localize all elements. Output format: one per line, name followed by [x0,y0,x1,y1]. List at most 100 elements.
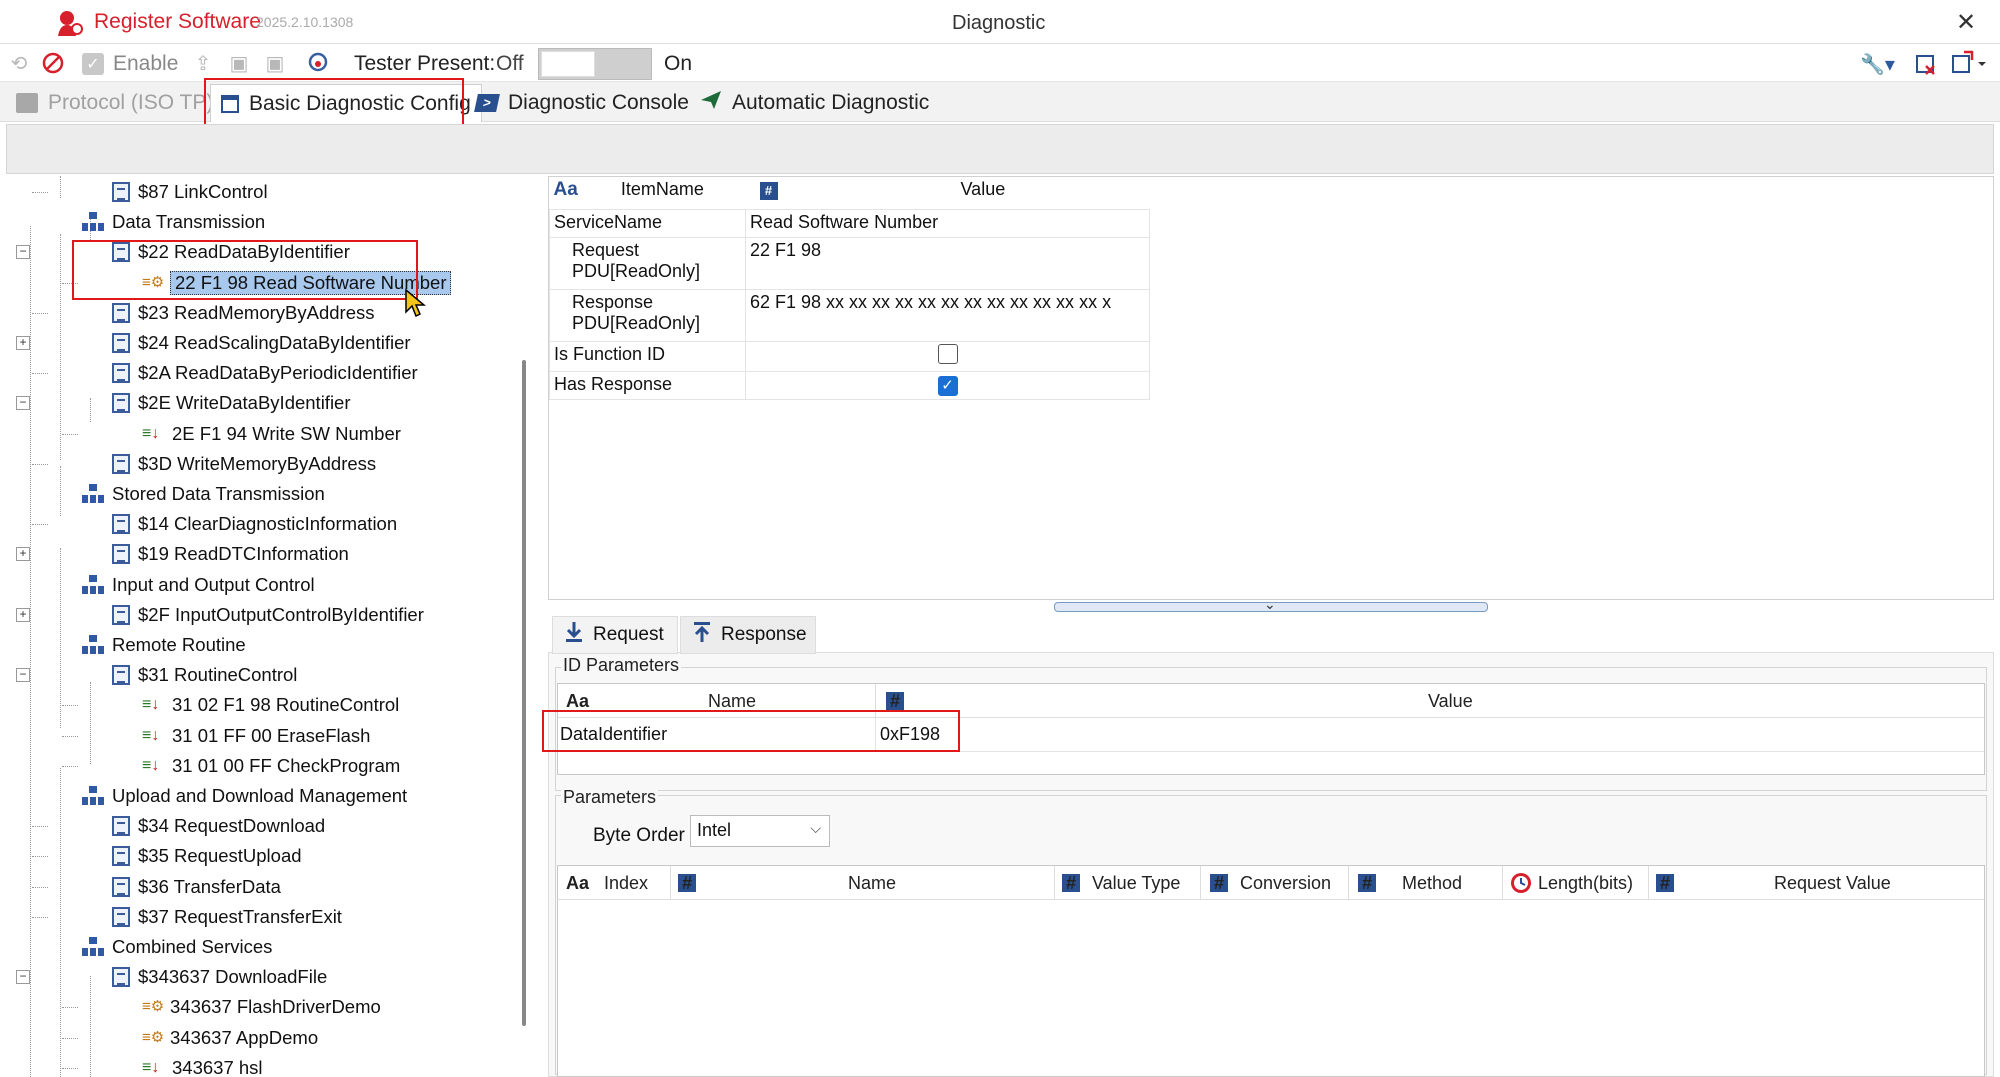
tab-console-label: Diagnostic Console [508,91,689,114]
collapse-icon[interactable]: − [16,396,30,411]
tab-basic-label: Basic Diagnostic Config [249,91,471,115]
tree-node-label: 343637 AppDemo [170,1026,319,1048]
tree-node[interactable]: Combined Services [82,933,272,961]
prop-row[interactable]: Is Function ID [549,340,1150,372]
tree-node[interactable]: ≡↓ 2E F1 94 Write SW Number [142,420,401,448]
tree-node[interactable]: $35 RequestUpload [112,842,302,870]
tree-node[interactable]: $2F InputOutputControlByIdentifier [112,601,424,629]
tree-node[interactable]: $23 ReadMemoryByAddress [112,299,375,327]
service-icon: ≡⚙ [142,273,165,291]
tree-node-label: Input and Output Control [112,573,315,595]
tree-node[interactable]: Remote Routine [82,631,246,659]
tree-node[interactable]: $31 RoutineControl [112,661,297,689]
clear-icon[interactable] [1914,52,1938,81]
tree-node[interactable]: $36 TransferData [112,873,281,901]
subtab-response[interactable]: Response [680,616,816,654]
tree-node[interactable]: $19 ReadDTCInformation [112,540,349,568]
prop-row[interactable]: ServiceName Read Software Number [549,208,1150,238]
close-button[interactable]: ✕ [1956,8,1976,37]
prop-name: Has Response [549,370,746,400]
tester-icon[interactable] [306,50,332,76]
connect-icon[interactable]: ⟲ [6,50,32,76]
window-menu-icon[interactable] [1950,50,1988,81]
tree-node[interactable]: $343637 DownloadFile [112,963,327,991]
tab-automatic-diagnostic[interactable]: Automatic Diagnostic [690,86,939,120]
network-icon [82,937,104,957]
doc-icon [112,182,130,202]
tree-node[interactable]: Data Transmission [82,208,265,236]
subtab-request-label: Request [593,624,664,645]
expand-icon[interactable]: + [16,336,30,350]
prop-value: 22 F1 98 [745,236,1150,290]
tab-protocol[interactable]: Protocol (ISO TP) [6,86,223,120]
tree-node[interactable]: ≡↓ 343637 hsl [142,1054,263,1077]
tree-node[interactable]: $37 RequestTransferExit [112,903,342,931]
id-col-value: Value [1428,691,1473,711]
tree-node-label: Data Transmission [112,211,266,233]
prop-row[interactable]: Response PDU[ReadOnly] 62 F1 98 xx xx xx… [549,288,1150,342]
tree-node[interactable]: Upload and Download Management [82,782,407,810]
param-col-request-value: Request Value [1774,873,1891,893]
doc-icon [112,363,130,384]
byte-order-select[interactable]: Intel ⌵ [690,815,830,847]
expand-icon[interactable]: + [16,607,30,622]
protocol-icon [16,93,38,113]
prop-row[interactable]: Request PDU[ReadOnly] 22 F1 98 [549,236,1150,290]
export-icon[interactable]: ⇪ [190,50,216,76]
tree-node-label: $23 ReadMemoryByAddress [138,301,375,323]
tab-diagnostic-console[interactable]: > Diagnostic Console [466,86,699,120]
tree-node[interactable]: ≡↓ 31 02 F1 98 RoutineControl [142,691,399,719]
tree-node[interactable]: $22 ReadDataByIdentifier [112,238,350,266]
doc-icon [112,514,130,535]
enable-checkbox[interactable]: ✓ [82,53,104,75]
tree-scrollbar[interactable] [522,360,526,1026]
tree-node[interactable]: ≡↓ 31 01 00 FF CheckProgram [142,752,400,780]
tree-node[interactable]: $2A ReadDataByPeriodicIdentifier [112,359,418,387]
tree-node[interactable]: ≡⚙ 343637 FlashDriverDemo [142,993,381,1021]
tree-node-label: $36 TransferData [138,875,281,897]
collapse-icon[interactable]: − [16,245,30,260]
tree-node[interactable]: ≡↓ 31 01 FF 00 EraseFlash [142,722,370,750]
tree-node[interactable]: $2E WriteDataByIdentifier [112,389,351,417]
tree-node-label: Upload and Download Management [112,785,408,806]
param-col-method: Method [1402,873,1463,893]
save-as-icon[interactable]: ▣ [262,50,288,76]
window-icon [221,94,239,113]
byte-order-label: Byte Order [593,825,685,846]
tree-node[interactable]: Stored Data Transmission [82,480,325,508]
param-col-index: Index [604,873,649,893]
tree-node-label: 343637 FlashDriverDemo [170,996,381,1018]
expand-icon[interactable]: + [16,547,30,562]
tree-node[interactable]: $24 ReadScalingDataByIdentifier [112,329,411,357]
tree-node[interactable]: $87 LinkControl [112,178,268,206]
save-icon[interactable]: ▣ [226,50,252,76]
tester-present-toggle[interactable] [538,48,652,80]
tree-node[interactable]: $14 ClearDiagnosticInformation [112,510,397,538]
tree-node[interactable]: Input and Output Control [82,571,315,599]
tab-basic-diagnostic-config[interactable]: Basic Diagnostic Config [210,84,482,122]
text-type-icon: Aa [566,691,590,711]
wrench-menu-icon[interactable]: 🔧▾ [1860,52,1895,77]
prop-value: 62 F1 98 xx xx xx xx xx xx xx xx xx xx x… [745,288,1150,342]
chevron-down-icon: ⌵ [810,820,821,836]
table-row[interactable]: DataIdentifier 0xF198 [558,718,1984,752]
doc-icon [112,544,130,565]
tab-protocol-label: Protocol (ISO TP) [48,91,214,114]
tree-node-label: Stored Data Transmission [112,483,325,504]
subtab-request[interactable]: Request [552,616,678,654]
collapse-icon[interactable]: − [16,668,30,683]
id-col-name: Name [708,691,757,711]
disconnect-icon[interactable] [40,50,66,76]
tree-node-label: Remote Routine [112,634,246,655]
chevron-down-icon[interactable]: ⌄ [1264,596,1276,613]
tester-off-label: Off [496,52,524,75]
tree-node[interactable]: ≡⚙ 343637 AppDemo [142,1024,318,1052]
tree-node[interactable]: $3D WriteMemoryByAddress [112,450,376,478]
param-col-value-type: Value Type [1092,873,1181,893]
tree-node[interactable]: $34 RequestDownload [112,812,325,840]
prop-row[interactable]: Has Response ✓ [549,370,1150,400]
is-function-id-checkbox[interactable] [937,343,958,364]
collapse-icon[interactable]: − [16,970,30,985]
byte-order-value: Intel [697,820,732,840]
has-response-checkbox[interactable]: ✓ [937,375,958,396]
